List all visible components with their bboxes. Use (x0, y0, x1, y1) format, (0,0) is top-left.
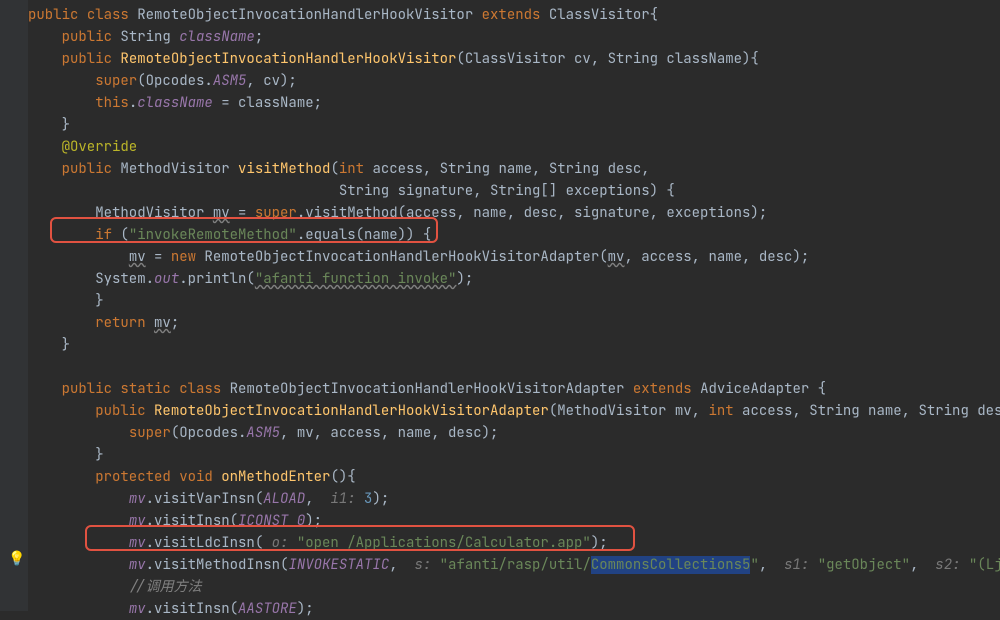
intention-bulb-icon[interactable]: 💡 (8, 548, 25, 570)
code-line: mv.visitInsn(ICONST_0); (28, 512, 322, 530)
code-line: super(Opcodes.ASM5, cv); (28, 72, 297, 90)
code-line: System.out.println("afanti function invo… (28, 270, 473, 288)
code-line: } (28, 336, 70, 354)
code-line: } (28, 446, 104, 464)
code-line: } (28, 292, 104, 310)
code-editor[interactable]: public class RemoteObjectInvocationHandl… (28, 4, 1000, 620)
code-line (28, 358, 36, 376)
code-line: public RemoteObjectInvocationHandlerHook… (28, 50, 759, 68)
code-line: mv.visitMethodInsn(INVOKESTATIC, s: "afa… (28, 556, 1000, 574)
code-line: @Override (28, 138, 137, 156)
code-line: } (28, 116, 70, 134)
code-line: super(Opcodes.ASM5, mv, access, name, de… (28, 424, 498, 442)
code-line: public RemoteObjectInvocationHandlerHook… (28, 402, 1000, 420)
code-line: mv.visitVarInsn(ALOAD, i1: 3); (28, 490, 389, 508)
code-line: this.className = className; (28, 94, 322, 112)
code-line: public class RemoteObjectInvocationHandl… (28, 6, 658, 24)
code-line: MethodVisitor mv = super.visitMethod(acc… (28, 204, 767, 222)
code-line: protected void onMethodEnter(){ (28, 468, 356, 486)
code-line: mv.visitInsn(AASTORE); (28, 600, 314, 618)
code-line: //调用方法 (28, 578, 202, 596)
code-line: public MethodVisitor visitMethod(int acc… (28, 160, 650, 178)
code-line: if ("invokeRemoteMethod".equals(name)) { (28, 226, 431, 244)
code-line: String signature, String[] exceptions) { (28, 182, 675, 200)
code-line: public String className; (28, 28, 263, 46)
editor-gutter: 💡 (0, 0, 28, 611)
code-line: mv = new RemoteObjectInvocationHandlerHo… (28, 248, 809, 266)
code-line: mv.visitLdcInsn( o: "open /Applications/… (28, 534, 608, 552)
code-line: return mv; (28, 314, 179, 332)
code-line: public static class RemoteObjectInvocati… (28, 380, 826, 398)
